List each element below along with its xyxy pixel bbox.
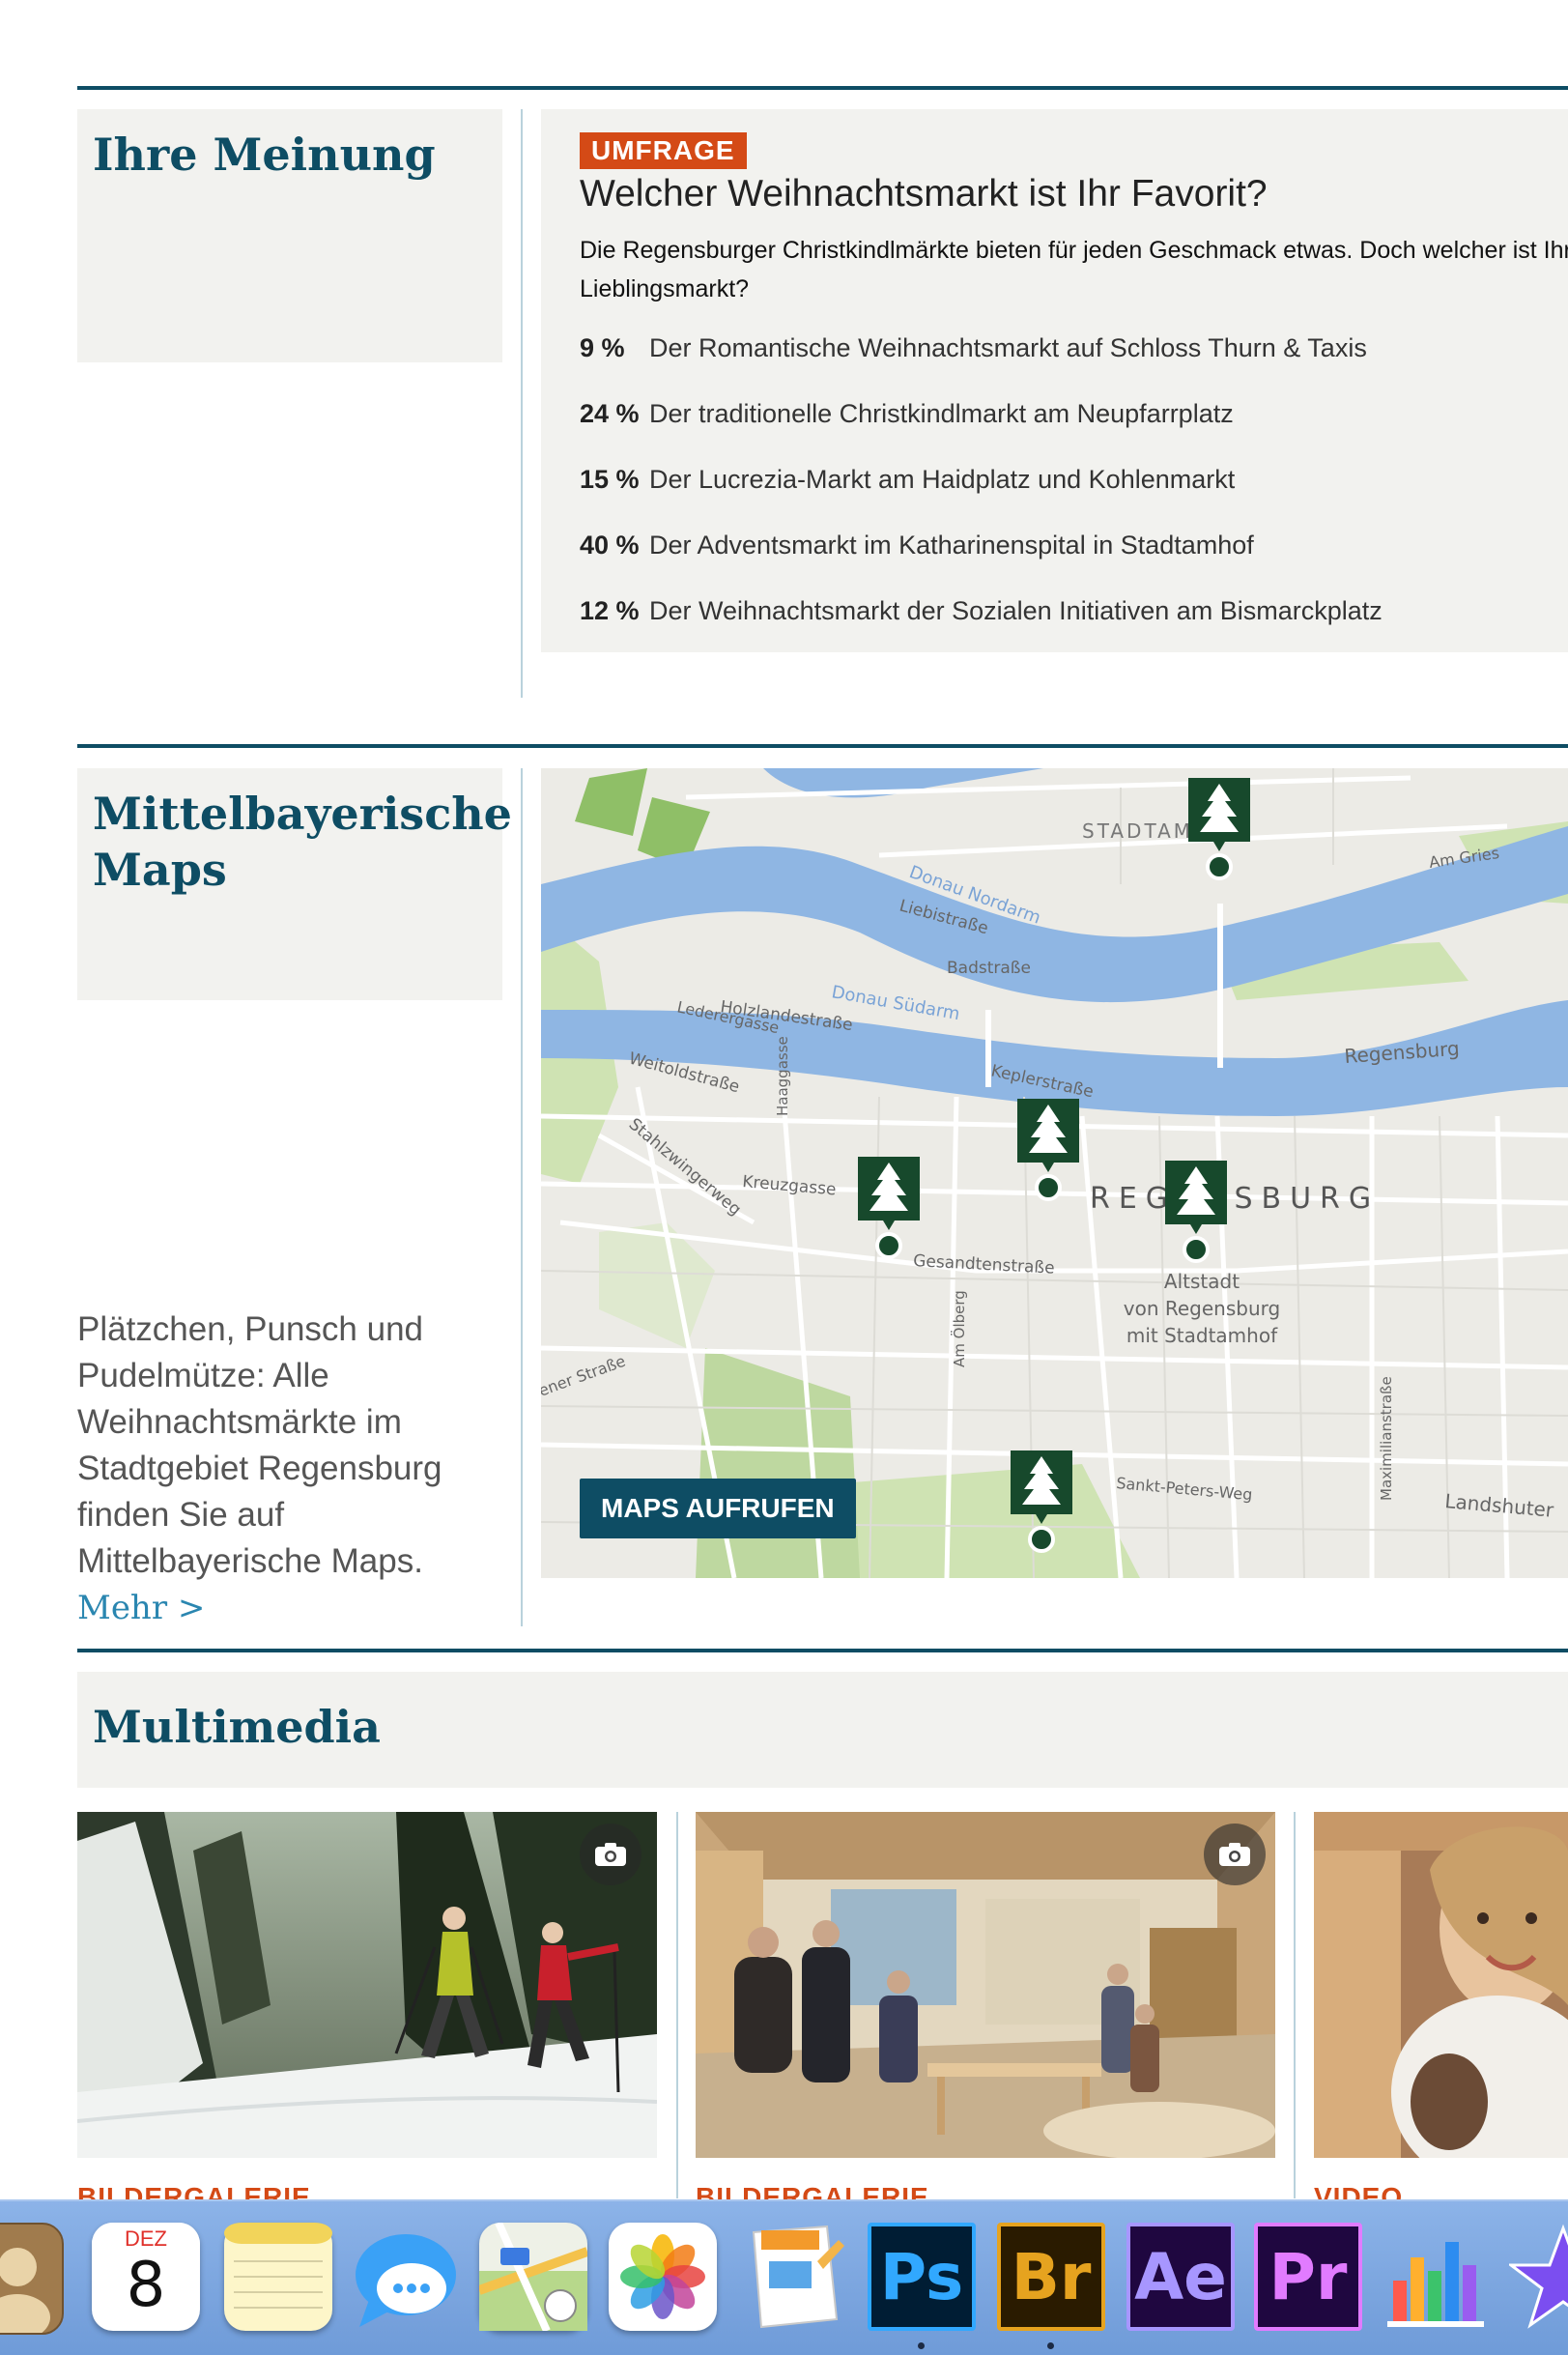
photoshop-label: Ps	[879, 2239, 964, 2314]
poll-option-percent: 24 %	[580, 399, 640, 428]
calendar-app-icon[interactable]: DEZ 8	[92, 2223, 200, 2331]
poll-option-label: Der Adventsmarkt im Katharinenspital in …	[649, 531, 1254, 560]
section-divider-maps	[77, 744, 1568, 748]
poll-option-percent: 9 %	[580, 333, 625, 362]
pages-app-icon[interactable]	[740, 2223, 848, 2331]
multimedia-thumbnail[interactable]	[1314, 1812, 1568, 2158]
poll-option[interactable]: 40 % Der Adventsmarkt im Katharinenspital…	[580, 526, 1254, 564]
column-divider	[521, 109, 523, 698]
multimedia-section-header: Multimedia	[77, 1672, 1568, 1788]
poll-question: Welcher Weihnachtsmarkt ist Ihr Favorit?	[580, 173, 1268, 215]
charts-app-icon[interactable]	[1383, 2223, 1492, 2331]
poll-option-percent: 12 %	[580, 596, 640, 625]
bridge-app-icon[interactable]: Br	[997, 2223, 1105, 2331]
camera-icon	[1204, 1824, 1266, 1885]
column-divider	[521, 768, 523, 1626]
contacts-app-icon[interactable]	[0, 2223, 64, 2341]
camera-icon	[580, 1824, 641, 1885]
multimedia-section-title: Multimedia	[93, 1701, 381, 1753]
poll-option[interactable]: 15 % Der Lucrezia-Markt am Haidplatz und …	[580, 460, 1235, 499]
notes-app-icon[interactable]	[224, 2223, 332, 2331]
map-canvas: STADTAMHOF Donau Nordarm Donau Südarm Li…	[541, 768, 1568, 1578]
map-label: Altstadt	[1164, 1270, 1240, 1293]
maps-title-line2: Maps	[93, 844, 227, 896]
thumbnail-image	[77, 1812, 657, 2158]
maps-description: Plätzchen, Punsch und Pudelmütze: Alle W…	[77, 1307, 502, 1631]
poll-section-header: Ihre Meinung	[77, 109, 502, 362]
bridge-label: Br	[1011, 2239, 1092, 2314]
running-indicator	[918, 2342, 925, 2349]
map-label: Am Ölberg	[950, 1290, 968, 1367]
poll-option-label: Der traditionelle Christkindlmarkt am Ne…	[649, 399, 1234, 428]
poll-option-label: Der Weihnachtsmarkt der Sozialen Initiat…	[649, 596, 1383, 625]
column-divider	[676, 1812, 678, 2198]
messages-app-icon[interactable]	[350, 2223, 458, 2331]
maps-title-line1: Mittelbayerische	[93, 788, 512, 840]
column-divider	[1294, 1812, 1296, 2198]
imovie-app-icon[interactable]	[1506, 2223, 1568, 2331]
maps-open-button[interactable]: MAPS AUFRUFEN	[580, 1479, 856, 1538]
maps-more-link[interactable]: Mehr >	[77, 1589, 205, 1627]
after-effects-app-icon[interactable]: Ae	[1126, 2223, 1235, 2331]
premiere-app-icon[interactable]: Pr	[1254, 2223, 1362, 2331]
map-label: Haaggasse	[774, 1036, 791, 1116]
calendar-day: 8	[126, 2250, 166, 2321]
poll-option[interactable]: 9 % Der Romantische Weihnachtsmarkt auf S…	[580, 329, 1367, 367]
map-label: Maximilianstraße	[1378, 1376, 1395, 1501]
thumbnail-image	[1314, 1812, 1568, 2158]
map-preview[interactable]: STADTAMHOF Donau Nordarm Donau Südarm Li…	[541, 768, 1568, 1578]
photoshop-app-icon[interactable]: Ps	[868, 2223, 976, 2331]
calendar-month: DEZ	[92, 2223, 200, 2252]
photos-app-icon[interactable]	[609, 2223, 717, 2331]
poll-option[interactable]: 12 % Der Weihnachtsmarkt der Sozialen Ini…	[580, 591, 1383, 630]
maps-section-header: Mittelbayerische Maps	[77, 768, 512, 1000]
poll-section-title: Ihre Meinung	[93, 129, 436, 181]
dock: DEZ 8 Ps Br Ae Pr	[0, 2199, 1568, 2355]
thumbnail-image	[696, 1812, 1275, 2158]
poll-widget: UMFRAGE Welcher Weihnachtsmarkt ist Ihr …	[541, 109, 1568, 652]
after-effects-label: Ae	[1134, 2239, 1227, 2314]
poll-option-label: Der Romantische Weihnachtsmarkt auf Schl…	[649, 333, 1367, 362]
multimedia-thumbnail[interactable]	[77, 1812, 657, 2158]
poll-option-percent: 40 %	[580, 531, 640, 560]
maps-description-text: Plätzchen, Punsch und Pudelmütze: Alle W…	[77, 1310, 442, 1580]
poll-option[interactable]: 24 % Der traditionelle Christkindlmarkt a…	[580, 394, 1234, 433]
premiere-label: Pr	[1269, 2239, 1348, 2314]
poll-option-percent: 15 %	[580, 465, 640, 494]
map-label: Badstraße	[947, 959, 1031, 978]
map-label: REGENSBURG	[1090, 1182, 1380, 1216]
poll-badge: UMFRAGE	[580, 132, 747, 169]
poll-option-label: Der Lucrezia-Markt am Haidplatz und Kohl…	[649, 465, 1236, 494]
section-divider-poll	[77, 86, 1568, 90]
maps-app-icon[interactable]	[477, 2221, 589, 2333]
poll-intro: Die Regensburger Christkindlmärkte biete…	[580, 237, 1568, 302]
map-label: von Regensburg	[1124, 1297, 1280, 1320]
running-indicator	[1047, 2342, 1054, 2349]
maps-section-title: Mittelbayerische Maps	[93, 786, 512, 898]
section-divider-multimedia	[77, 1649, 1568, 1652]
map-label: mit Stadtamhof	[1126, 1324, 1278, 1347]
multimedia-thumbnail[interactable]	[696, 1812, 1275, 2158]
